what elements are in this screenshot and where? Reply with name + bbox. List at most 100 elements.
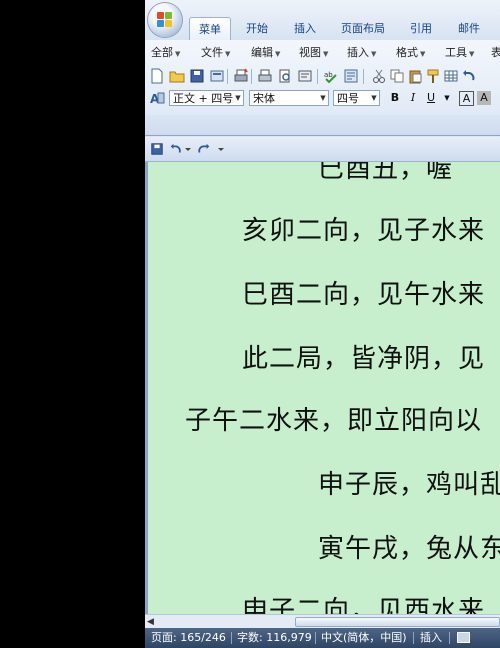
scroll-left-icon[interactable]: ◀ xyxy=(147,617,154,627)
char-shading-button[interactable]: A xyxy=(477,91,491,105)
menu-tools[interactable]: 工具 ▼ xyxy=(445,44,474,62)
macro-record-icon[interactable] xyxy=(457,632,470,643)
toolbar-separator xyxy=(317,69,318,84)
chevron-down-icon: ▼ xyxy=(235,94,241,102)
save-icon[interactable] xyxy=(189,68,205,84)
underline-dropdown-icon[interactable]: ▼ xyxy=(439,90,455,106)
menu-format-label: 格式 xyxy=(396,46,418,59)
menu-edit[interactable]: 编辑 ▼ xyxy=(251,44,280,62)
chevron-down-icon: ▼ xyxy=(371,50,377,58)
copy-icon[interactable] xyxy=(389,68,405,84)
printer-icon[interactable] xyxy=(257,68,273,84)
menu-file-label: 文件 xyxy=(201,46,223,59)
chevron-down-icon: ▼ xyxy=(371,94,377,102)
menu-view[interactable]: 视图 ▼ xyxy=(299,44,328,62)
customize-toolbar-icon[interactable] xyxy=(217,141,225,157)
document-line: 亥卯二向，见子水来 xyxy=(242,216,486,246)
print-icon[interactable] xyxy=(233,68,249,84)
chevron-down-icon: ▼ xyxy=(469,50,475,58)
menu-file[interactable]: 文件 ▼ xyxy=(201,44,230,62)
scrollbar-thumb[interactable] xyxy=(295,617,500,627)
font-name-select[interactable]: 宋体 ▼ xyxy=(249,90,329,106)
chevron-down-icon: ▼ xyxy=(420,50,426,58)
menu-all[interactable]: 全部 ▼ xyxy=(151,44,180,62)
tab-insert[interactable]: 插入 xyxy=(285,18,325,40)
undo-icon[interactable] xyxy=(169,141,183,157)
menu-format[interactable]: 格式 ▼ xyxy=(396,44,425,62)
document-page[interactable]: 巳酉丑，喔 亥卯二向，见子水来 巳酉二向，见午水来 此二局，皆净阴，见 子午二水… xyxy=(145,162,500,614)
thesaurus-icon[interactable] xyxy=(343,68,359,84)
document-line: 此二局，皆净阴，见 xyxy=(242,344,486,374)
menu-view-label: 视图 xyxy=(299,46,321,59)
document-line: 寅午戌，兔从东 xyxy=(318,534,500,564)
document-line: 申子辰，鸡叫乱 xyxy=(318,470,500,500)
bold-button[interactable]: B xyxy=(387,90,403,106)
save-icon[interactable] xyxy=(150,141,164,157)
chevron-down-icon: ▼ xyxy=(323,50,329,58)
menu-insert-label: 插入 xyxy=(347,46,369,59)
format-painter-icon[interactable] xyxy=(425,68,441,84)
toolbar-separator xyxy=(363,69,364,84)
formatting-toolbar: A 正文 + 四号 ▼ 宋体 ▼ 四号 ▼ B I U ▼ A A xyxy=(149,89,500,109)
menu-insert[interactable]: 插入 ▼ xyxy=(347,44,376,62)
menu-table-label: 表 xyxy=(491,46,500,59)
office-logo-icon xyxy=(157,12,173,28)
print-preview-icon[interactable] xyxy=(277,68,293,84)
new-document-icon[interactable] xyxy=(149,68,165,84)
document-line: 申子二向，见西水来 xyxy=(242,596,486,614)
ribbon: 全部▼ 文件▼ 编辑▼ 视图▼ 插入▼ 格式▼ 工具▼ 表 ab xyxy=(145,40,500,136)
font-name-value: 宋体 xyxy=(253,92,275,105)
redo-icon[interactable] xyxy=(197,141,211,157)
italic-button[interactable]: I xyxy=(405,90,421,106)
menu-table[interactable]: 表 xyxy=(491,44,500,62)
open-folder-icon[interactable] xyxy=(169,68,185,84)
paste-icon[interactable] xyxy=(407,68,423,84)
char-border-button[interactable]: A xyxy=(459,91,474,106)
style-select-value: 正文 + 四号 xyxy=(173,92,234,105)
chevron-down-icon: ▼ xyxy=(275,50,281,58)
chevron-down-icon[interactable] xyxy=(184,141,192,157)
insert-table-icon[interactable] xyxy=(443,68,459,84)
undo-icon[interactable] xyxy=(461,68,477,84)
status-divider xyxy=(413,632,414,644)
document-line: 巳酉二向，见午水来 xyxy=(242,280,486,310)
document-line: 巳酉丑，喔 xyxy=(318,162,454,184)
menu-all-label: 全部 xyxy=(151,46,173,59)
styles-pane-icon[interactable]: A xyxy=(149,90,165,106)
language-indicator[interactable]: 中文(简体，中国) xyxy=(321,628,407,648)
tab-mailings[interactable]: 邮件 xyxy=(449,18,489,40)
toolbar-separator xyxy=(251,69,252,84)
cut-icon[interactable] xyxy=(371,68,387,84)
word-window: 菜单 开始 插入 页面布局 引用 邮件 全部 ▼ 文件 ▼ 编辑 ▼ 视图 ▼ 插入 ▼ … xyxy=(145,0,500,648)
tab-references[interactable]: 引用 xyxy=(401,18,441,40)
tab-page-layout[interactable]: 页面布局 xyxy=(335,18,391,40)
ribbon-tab-bar: 菜单 开始 插入 页面布局 引用 邮件 xyxy=(145,0,500,42)
quick-access-toolbar xyxy=(145,137,500,162)
chevron-down-icon: ▼ xyxy=(225,50,231,58)
page-count[interactable]: 页面: 165/246 xyxy=(151,628,226,648)
permission-icon[interactable] xyxy=(209,68,225,84)
toolbar-separator xyxy=(227,69,228,84)
font-size-select[interactable]: 四号 ▼ xyxy=(333,90,380,106)
tab-home[interactable]: 开始 xyxy=(237,18,277,40)
research-icon[interactable] xyxy=(297,68,313,84)
status-bar: 页面: 165/246 字数: 116,979 中文(简体，中国) 插入 xyxy=(145,628,500,648)
menu-tools-label: 工具 xyxy=(445,46,467,59)
ribbon-footer xyxy=(145,115,500,135)
menu-edit-label: 编辑 xyxy=(251,46,273,59)
underline-button[interactable]: U xyxy=(423,90,439,106)
tab-menu[interactable]: 菜单 xyxy=(189,17,231,42)
status-divider xyxy=(315,632,316,644)
document-line: 子午二水来，即立阳向以 xyxy=(185,406,483,436)
status-divider xyxy=(449,632,450,644)
style-select[interactable]: 正文 + 四号 ▼ xyxy=(169,90,244,106)
standard-toolbar: ab xyxy=(149,67,500,87)
font-size-value: 四号 xyxy=(337,92,359,105)
office-button[interactable] xyxy=(148,3,182,37)
chevron-down-icon: ▼ xyxy=(320,94,326,102)
chevron-down-icon: ▼ xyxy=(175,50,181,58)
horizontal-scrollbar[interactable]: ◀ xyxy=(145,614,500,629)
word-count[interactable]: 字数: 116,979 xyxy=(237,628,312,648)
spelling-check-icon[interactable]: ab xyxy=(323,68,339,84)
insert-mode-indicator[interactable]: 插入 xyxy=(420,628,442,648)
